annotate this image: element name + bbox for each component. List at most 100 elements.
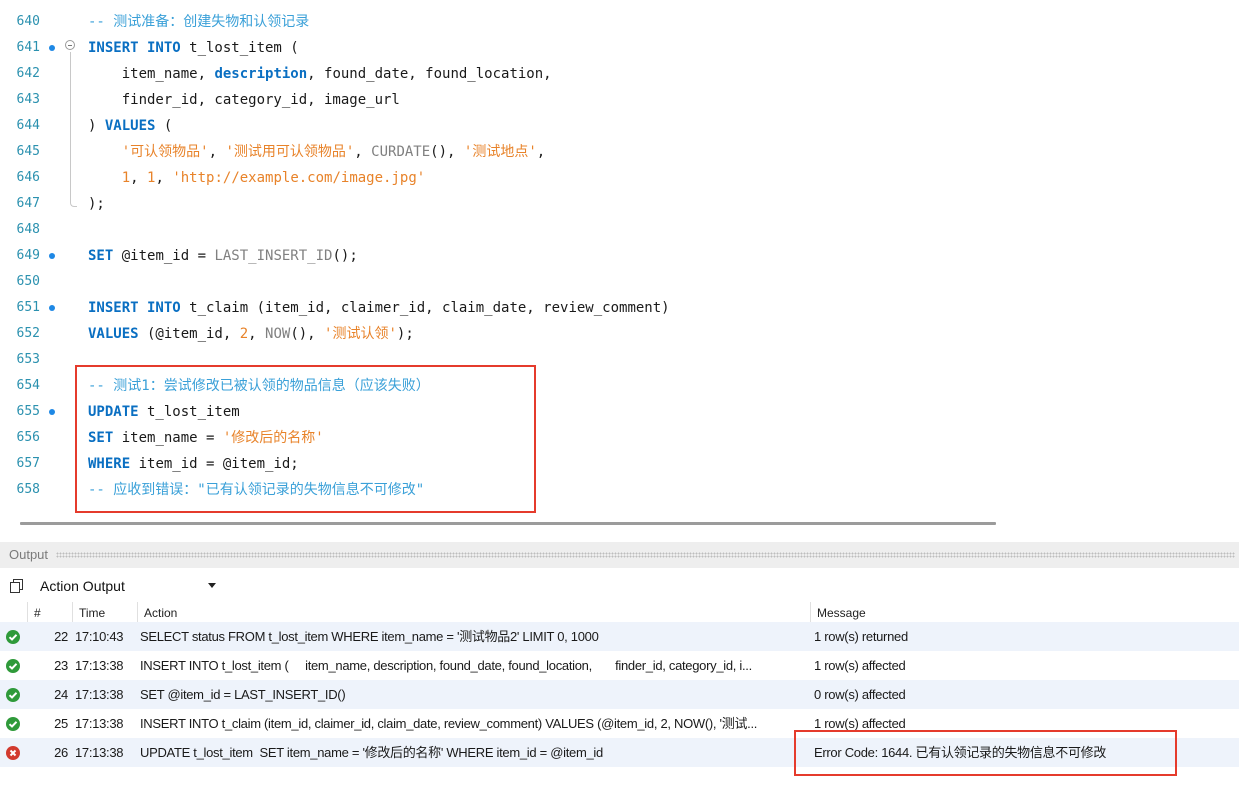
output-type-dropdown[interactable]: Action Output <box>34 574 222 597</box>
line-number: 654 <box>16 378 40 393</box>
string-literal: 'http://example.com/image.jpg' <box>172 170 426 186</box>
string-literal: '测试认领' <box>324 326 397 342</box>
code-text: , found_date, found_location, <box>307 66 552 82</box>
code-line[interactable]: 658 -- 应收到错误："已有认领记录的失物信息不可修改" <box>0 477 1239 503</box>
table-row[interactable]: 26 17:13:38 UPDATE t_lost_item SET item_… <box>0 738 1239 767</box>
code-line[interactable]: 643 finder_id, category_id, image_url <box>0 87 1239 113</box>
code-line[interactable]: 645 '可认领物品', '测试用可认领物品', CURDATE(), '测试地… <box>0 139 1239 165</box>
error-icon <box>6 746 20 760</box>
row-number: 25 <box>54 716 68 731</box>
sql-keyword: SET <box>88 248 114 264</box>
row-action: SET @item_id = LAST_INSERT_ID() <box>140 687 346 702</box>
success-icon <box>6 630 20 644</box>
row-message: 1 row(s) returned <box>814 629 908 644</box>
line-number: 645 <box>16 144 40 159</box>
table-row[interactable]: 23 17:13:38 INSERT INTO t_lost_item ( it… <box>0 651 1239 680</box>
table-row[interactable]: 25 17:13:38 INSERT INTO t_claim (item_id… <box>0 709 1239 738</box>
line-number: 657 <box>16 456 40 471</box>
sql-keyword: VALUES <box>104 118 156 134</box>
row-message: 1 row(s) affected <box>814 716 906 731</box>
code-text: (), <box>290 326 325 342</box>
code-line[interactable]: 646 1, 1, 'http://example.com/image.jpg' <box>0 165 1239 191</box>
output-panel-title: Output <box>9 547 49 562</box>
code-text: @item_id = <box>113 248 215 264</box>
table-row[interactable]: 22 17:10:43 SELECT status FROM t_lost_it… <box>0 622 1239 651</box>
code-line[interactable]: 648 <box>0 217 1239 243</box>
code-text: item_name, <box>88 66 215 82</box>
code-line[interactable]: 649 SET @item_id = LAST_INSERT_ID(); <box>0 243 1239 269</box>
row-number: 22 <box>54 629 68 644</box>
number-literal: 1 <box>147 170 156 186</box>
code-text: ) <box>88 118 105 134</box>
success-icon <box>6 688 20 702</box>
number-literal: 1 <box>121 170 131 186</box>
line-number: 652 <box>16 326 40 341</box>
output-panel-header: Output <box>0 542 1239 568</box>
code-text: item_id = @item_id; <box>130 456 299 472</box>
statement-marker-icon <box>49 305 55 311</box>
code-line[interactable]: 640 -- 测试准备：创建失物和认领记录 <box>0 9 1239 35</box>
string-literal: '测试地点' <box>463 144 537 160</box>
line-number: 641 <box>16 40 40 55</box>
code-line[interactable]: 654 -- 测试1：尝试修改已被认领的物品信息（应该失败） <box>0 373 1239 399</box>
column-header-message[interactable]: Message <box>811 602 1239 624</box>
function-name: LAST_INSERT_ID <box>214 248 333 264</box>
code-line[interactable]: 642 item_name, description, found_date, … <box>0 61 1239 87</box>
row-number: 23 <box>54 658 68 673</box>
row-time: 17:13:38 <box>75 745 124 760</box>
line-number: 651 <box>16 300 40 315</box>
line-number: 643 <box>16 92 40 107</box>
code-text: t_lost_item <box>138 404 240 420</box>
line-number: 656 <box>16 430 40 445</box>
code-line[interactable]: 653 <box>0 347 1239 373</box>
success-icon <box>6 717 20 731</box>
code-line[interactable]: 650 <box>0 269 1239 295</box>
success-icon <box>6 659 20 673</box>
code-line[interactable]: 644 ) VALUES ( <box>0 113 1239 139</box>
row-action: SELECT status FROM t_lost_item WHERE ite… <box>140 629 599 644</box>
code-text: ); <box>396 326 414 342</box>
row-time: 17:13:38 <box>75 658 124 673</box>
code-line[interactable]: 651 INSERT INTO t_claim (item_id, claime… <box>0 295 1239 321</box>
code-text: t_claim (item_id, claimer_id, claim_date… <box>180 300 670 316</box>
sql-keyword: WHERE <box>88 456 131 472</box>
splitter-handle[interactable] <box>20 522 996 525</box>
column-header-status[interactable] <box>0 602 28 624</box>
output-toolbar: Action Output <box>0 568 1239 602</box>
sql-keyword: description <box>214 66 308 82</box>
row-number: 26 <box>54 745 68 760</box>
row-time: 17:13:38 <box>75 716 124 731</box>
row-message: 1 row(s) affected <box>814 658 906 673</box>
row-number: 24 <box>54 687 68 702</box>
table-row[interactable]: 24 17:13:38 SET @item_id = LAST_INSERT_I… <box>0 680 1239 709</box>
chevron-down-icon <box>208 583 216 588</box>
code-line[interactable]: 655 UPDATE t_lost_item <box>0 399 1239 425</box>
column-header-time[interactable]: Time <box>73 602 138 624</box>
code-comment: -- 测试1：尝试修改已被认领的物品信息（应该失败） <box>88 378 430 394</box>
number-literal: 2 <box>239 326 249 342</box>
string-literal: '可认领物品' <box>121 144 209 160</box>
action-output-grid: # Time Action Message 22 17:10:43 SELECT… <box>0 602 1239 790</box>
code-line[interactable]: 647 ); <box>0 191 1239 217</box>
column-header-action[interactable]: Action <box>138 602 811 624</box>
code-text: ( <box>155 118 173 134</box>
line-number: 655 <box>16 404 40 419</box>
code-text: finder_id, category_id, image_url <box>88 92 400 108</box>
sql-editor[interactable]: 640 -- 测试准备：创建失物和认领记录 641 INSERT INTO t_… <box>0 0 1239 516</box>
string-literal: '修改后的名称' <box>222 430 324 446</box>
sql-keyword: INSERT INTO <box>88 300 181 316</box>
code-line[interactable]: 652 VALUES (@item_id, 2, NOW(), '测试认领'); <box>0 321 1239 347</box>
row-action: INSERT INTO t_lost_item ( item_name, des… <box>140 658 752 673</box>
statement-marker-icon <box>49 45 55 51</box>
line-number: 644 <box>16 118 40 133</box>
code-line[interactable]: 641 INSERT INTO t_lost_item ( <box>0 35 1239 61</box>
row-action: INSERT INTO t_claim (item_id, claimer_id… <box>140 716 758 731</box>
line-number: 647 <box>16 196 40 211</box>
column-header-number[interactable]: # <box>28 602 73 624</box>
panel-splitter[interactable] <box>0 516 1239 542</box>
code-text: , <box>248 326 266 342</box>
code-line[interactable]: 657 WHERE item_id = @item_id; <box>0 451 1239 477</box>
panel-grip[interactable] <box>56 552 1235 558</box>
copy-icon[interactable] <box>10 579 24 593</box>
code-line[interactable]: 656 SET item_name = '修改后的名称' <box>0 425 1239 451</box>
